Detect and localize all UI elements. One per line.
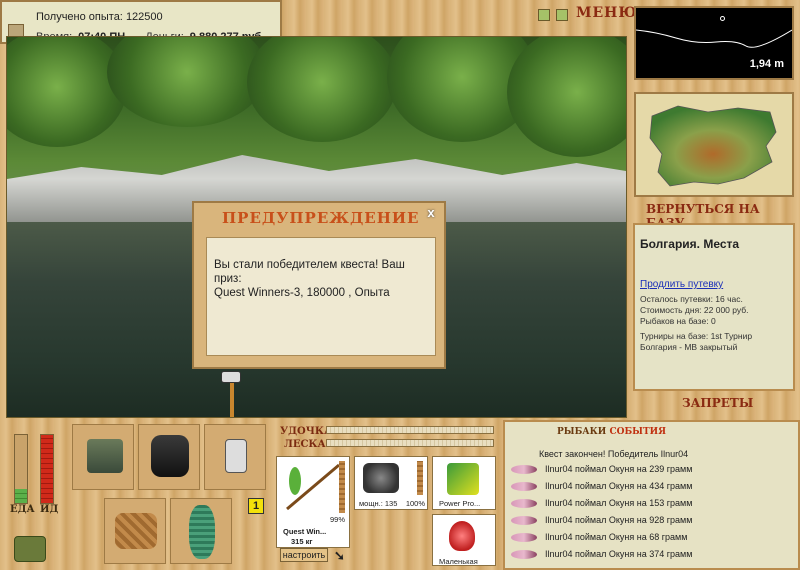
quest-finished-message: Квест закончен! Победитель Ilnur04: [539, 449, 689, 459]
equipment-panel: УДОЧКА ЛЕСКА 99% Quest Win... 315 кг мощ…: [272, 420, 502, 570]
device-slot[interactable]: [204, 424, 266, 490]
food-label: ЕДА: [10, 504, 35, 515]
perch-icon: [511, 515, 537, 525]
basket-slot[interactable]: [104, 498, 166, 564]
perch-icon: [511, 464, 537, 474]
depth-map[interactable]: 1,94 m: [634, 6, 794, 80]
line-tension-bar: [326, 439, 494, 447]
dialog-message-line1: Вы стали победителем квеста! Ваш приз:: [214, 259, 405, 285]
event-item: Ilnur04 поймал Окуня на 434 грамм: [511, 481, 692, 491]
food-fill: [15, 489, 27, 503]
perch-icon: [511, 532, 537, 542]
rod-percent: 99%: [329, 515, 345, 524]
rod-tension-bar: [326, 426, 494, 434]
rod-capacity: 315 кг: [291, 537, 313, 546]
country-map[interactable]: [634, 92, 794, 197]
event-item: Ilnur04 поймал Окуня на 68 грамм: [511, 532, 687, 542]
anglers-count: Рыбаков на базе: 0: [640, 316, 716, 326]
location-info-panel: Болгария. Места Продлить путевку Осталос…: [633, 223, 795, 391]
arrow-icon[interactable]: ➘: [334, 548, 345, 564]
keepnet-icon: [189, 505, 215, 559]
float-marker-icon: [720, 16, 725, 21]
dialog-body: Вы стали победителем квеста! Ваш приз: Q…: [206, 237, 436, 356]
location-title: Болгария. Места: [640, 237, 740, 251]
day-cost: Стоимость дня: 22 000 руб.: [640, 305, 749, 315]
perch-icon: [511, 498, 537, 508]
menu-button[interactable]: МЕНЮ: [576, 5, 637, 21]
health-label: ИД: [40, 504, 59, 515]
dialog-message-line2: Quest Winners-3, 180000 , Опыта: [214, 287, 390, 299]
warning-dialog: ПРЕДУПРЕЖДЕНИЕ x Вы стали победителем кв…: [192, 201, 446, 369]
tackle-box-slot[interactable]: [72, 424, 134, 490]
event-item: Ilnur04 поймал Окуня на 153 грамм: [511, 498, 692, 508]
pause-icon[interactable]: [538, 9, 550, 21]
health-fill: [41, 435, 53, 503]
tackle-box-icon: [87, 439, 123, 473]
experience-value: 122500: [125, 11, 163, 23]
bait-icon: [449, 521, 475, 551]
event-item: Ilnur04 поймал Окуня на 374 грамм: [511, 549, 692, 559]
trip-remaining: Осталось путевки: 16 час.: [640, 294, 743, 304]
perch-icon: [511, 549, 537, 559]
events-title[interactable]: РЫБАКИ СОБЫТИЯ: [557, 427, 666, 437]
keepnet-slot[interactable]: [170, 498, 232, 564]
rod-wear-bar: [339, 461, 345, 513]
perch-icon: [511, 481, 537, 491]
events-panel: РЫБАКИ СОБЫТИЯ Квест закончен! Победител…: [503, 420, 800, 570]
bait-slot[interactable]: Маленькая: [432, 514, 496, 566]
lure-box-icon: [447, 463, 479, 495]
event-item: Ilnur04 поймал Окуня на 239 грамм: [511, 464, 692, 474]
dialog-title: ПРЕДУПРЕЖДЕНИЕ: [222, 209, 420, 227]
close-icon[interactable]: x: [424, 206, 438, 221]
tune-button[interactable]: настроить: [280, 548, 328, 562]
backpack-icon: [151, 435, 189, 477]
anglers-tab[interactable]: РЫБАКИ: [557, 427, 606, 437]
header-icons: [538, 9, 568, 21]
rod-slot[interactable]: 99% Quest Win... 315 кг: [276, 456, 350, 548]
event-item: Ilnur04 поймал Окуня на 928 грамм: [511, 515, 692, 525]
picnic-basket-icon: [115, 513, 157, 549]
rod-name: Quest Win...: [283, 527, 327, 536]
lure-slot[interactable]: Power Pro...: [432, 456, 496, 510]
rod-label: УДОЧКА: [280, 426, 333, 437]
health-bar: [40, 434, 54, 504]
bans-button[interactable]: ЗАПРЕТЫ: [682, 396, 753, 410]
reel-icon: [363, 463, 399, 493]
help-icon[interactable]: [556, 9, 568, 21]
line-label: ЛЕСКА: [284, 439, 326, 450]
extend-trip-link[interactable]: Продлить путевку: [640, 279, 788, 290]
reel-percent: 100%: [405, 499, 425, 508]
bulgaria-map: [649, 105, 777, 187]
reel-slot[interactable]: мощн.: 135 100%: [354, 456, 428, 510]
bait-name: Маленькая: [439, 557, 478, 566]
backpack-slot[interactable]: [138, 424, 200, 490]
pda-icon: [225, 439, 247, 473]
events-tab[interactable]: СОБЫТИЯ: [609, 427, 666, 437]
depth-value: 1,94 m: [749, 58, 784, 70]
status-bars: ЕДА ИД: [0, 420, 66, 570]
rod-icon: [286, 463, 340, 511]
tournament-line2: Болгария - MB закрытый: [640, 342, 738, 352]
bag-icon[interactable]: [14, 536, 46, 562]
reel-wear-bar: [417, 461, 423, 495]
lure-name: Power Pro...: [439, 499, 481, 508]
food-bar: [14, 434, 28, 504]
tournament-line1: Турниры на базе: 1st Турнир: [640, 331, 753, 341]
slot-number-badge: 1: [248, 498, 264, 514]
experience-label: Получено опыта:: [36, 11, 123, 23]
reel-power: мощн.: 135: [359, 499, 398, 508]
reel-icon[interactable]: [221, 371, 241, 383]
